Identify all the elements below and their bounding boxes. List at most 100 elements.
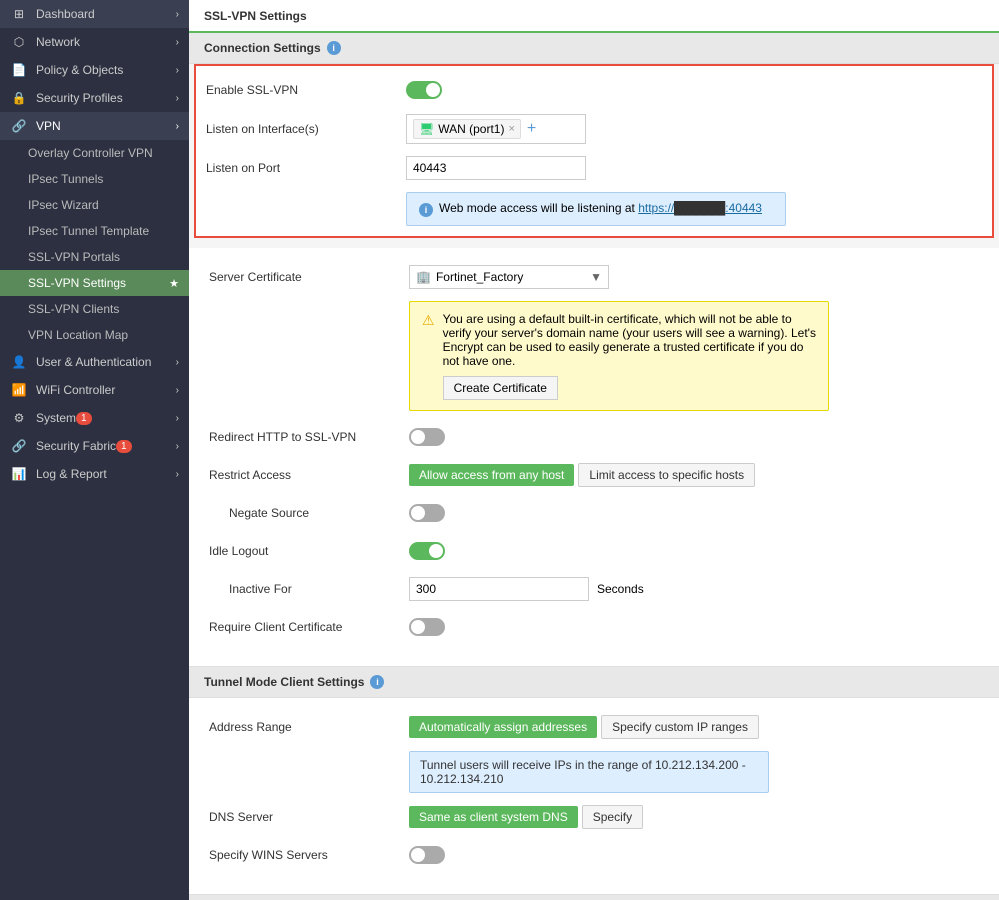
redirect-http-toggle[interactable] — [409, 428, 445, 446]
sub-label-overlay: Overlay Controller VPN — [28, 146, 153, 160]
sidebar-sub-ssl-vpn-clients[interactable]: SSL-VPN Clients — [0, 296, 189, 322]
chevron-right-icon: › — [176, 357, 179, 368]
sidebar-sub-ssl-vpn-portals[interactable]: SSL-VPN Portals — [0, 244, 189, 270]
page-title: SSL-VPN Settings — [189, 0, 999, 33]
sidebar-label-vpn: VPN — [36, 119, 61, 133]
listen-interface-row: Listen on Interface(s) 🖥 WAN (port1) × + — [206, 114, 982, 144]
auto-assign-button[interactable]: Automatically assign addresses — [409, 716, 597, 738]
network-interface-icon: 🖥 — [419, 122, 434, 136]
toggle-slider-wins[interactable] — [409, 846, 445, 864]
security-icon: 🔒 — [10, 91, 28, 105]
chevron-down-icon: › — [176, 121, 179, 132]
interface-box: 🖥 WAN (port1) × + — [406, 114, 586, 144]
custom-ip-button[interactable]: Specify custom IP ranges — [601, 715, 759, 739]
tunnel-mode-section: Address Range Automatically assign addre… — [189, 698, 999, 895]
sidebar-item-vpn[interactable]: 🔗 VPN › — [0, 112, 189, 140]
inactive-for-input[interactable] — [409, 577, 589, 601]
sidebar-item-network[interactable]: ⬡ Network › — [0, 28, 189, 56]
create-cert-button[interactable]: Create Certificate — [443, 376, 558, 400]
vpn-icon: 🔗 — [10, 119, 28, 133]
chevron-right-icon: › — [176, 441, 179, 452]
same-as-client-dns-button[interactable]: Same as client system DNS — [409, 806, 578, 828]
server-cert-section: Server Certificate 🏢 Fortinet_Factory ▼ … — [189, 248, 999, 667]
connection-settings-info-icon[interactable]: i — [327, 41, 341, 55]
connection-settings-box: Enable SSL-VPN Listen on Interface(s) 🖥 … — [194, 64, 994, 238]
sidebar-item-policy-objects[interactable]: 📄 Policy & Objects › — [0, 56, 189, 84]
sidebar-item-user-auth[interactable]: 👤 User & Authentication › — [0, 348, 189, 376]
sub-label-ssl-portals: SSL-VPN Portals — [28, 250, 120, 264]
sidebar-label-log: Log & Report — [36, 467, 107, 481]
toggle-slider-off[interactable] — [409, 428, 445, 446]
limit-hosts-button[interactable]: Limit access to specific hosts — [578, 463, 755, 487]
sidebar-sub-ssl-vpn-settings[interactable]: SSL-VPN Settings ★ — [0, 270, 189, 296]
address-range-label: Address Range — [209, 720, 409, 734]
server-cert-row: Server Certificate 🏢 Fortinet_Factory ▼ — [209, 263, 979, 291]
toggle-slider-negate[interactable] — [409, 504, 445, 522]
main-content: SSL-VPN Settings Connection Settings i E… — [189, 0, 999, 900]
sidebar-item-security-fabric[interactable]: 🔗 Security Fabric 1 › — [0, 432, 189, 460]
specify-dns-button[interactable]: Specify — [582, 805, 643, 829]
toggle-slider[interactable] — [406, 81, 442, 99]
sidebar-sub-ipsec-tunnels[interactable]: IPsec Tunnels — [0, 166, 189, 192]
specify-wins-toggle[interactable] — [409, 846, 445, 864]
enable-ssl-vpn-toggle[interactable] — [406, 81, 442, 99]
sub-label-ipsec-template: IPsec Tunnel Template — [28, 224, 149, 238]
specify-wins-label: Specify WINS Servers — [209, 848, 409, 862]
negate-source-label: Negate Source — [209, 506, 409, 520]
server-cert-value: Fortinet_Factory — [436, 270, 523, 284]
interface-tag-wan: 🖥 WAN (port1) × — [413, 119, 521, 139]
sidebar-sub-ipsec-wizard[interactable]: IPsec Wizard — [0, 192, 189, 218]
idle-logout-toggle[interactable] — [409, 542, 445, 560]
log-icon: 📊 — [10, 467, 28, 481]
wifi-icon: 📶 — [10, 383, 28, 397]
policy-icon: 📄 — [10, 63, 28, 77]
sidebar-sub-vpn-location-map[interactable]: VPN Location Map — [0, 322, 189, 348]
tunnel-mode-title: Tunnel Mode Client Settings — [204, 675, 364, 689]
star-icon[interactable]: ★ — [169, 277, 179, 290]
page-title-text: SSL-VPN Settings — [204, 9, 307, 23]
enable-ssl-vpn-row: Enable SSL-VPN — [206, 76, 982, 104]
fabric-badge: 1 — [116, 440, 132, 453]
sidebar-label-network: Network — [36, 35, 80, 49]
chevron-right-icon: › — [176, 9, 179, 20]
web-mode-url[interactable]: https://██████:40443 — [638, 201, 762, 215]
chevron-right-icon: › — [176, 413, 179, 424]
chevron-right-icon: › — [176, 385, 179, 396]
require-client-cert-toggle[interactable] — [409, 618, 445, 636]
ip-range-text: Tunnel users will receive IPs in the ran… — [420, 758, 746, 786]
tunnel-mode-header: Tunnel Mode Client Settings i — [189, 667, 999, 698]
seconds-label: Seconds — [597, 582, 644, 596]
redirect-http-row: Redirect HTTP to SSL-VPN — [209, 423, 979, 451]
network-icon: ⬡ — [10, 35, 28, 49]
listen-interface-label: Listen on Interface(s) — [206, 122, 406, 136]
tunnel-mode-info-icon[interactable]: i — [370, 675, 384, 689]
toggle-slider-cert[interactable] — [409, 618, 445, 636]
sidebar-label-system: System — [36, 411, 76, 425]
sub-label-ssl-clients: SSL-VPN Clients — [28, 302, 119, 316]
sidebar-item-wifi[interactable]: 📶 WiFi Controller › — [0, 376, 189, 404]
sub-label-ssl-settings: SSL-VPN Settings — [28, 276, 126, 290]
fortinet-icon: 🏢 — [416, 270, 431, 284]
remove-interface-icon[interactable]: × — [508, 123, 514, 135]
sidebar-item-system[interactable]: ⚙ System 1 › — [0, 404, 189, 432]
server-cert-dropdown[interactable]: 🏢 Fortinet_Factory ▼ — [409, 265, 609, 289]
sidebar-label-wifi: WiFi Controller — [36, 383, 115, 397]
chevron-right-icon: › — [176, 65, 179, 76]
sidebar-item-dashboard[interactable]: ⊞ Dashboard › — [0, 0, 189, 28]
require-client-cert-row: Require Client Certificate — [209, 613, 979, 641]
sidebar-sub-ipsec-template[interactable]: IPsec Tunnel Template — [0, 218, 189, 244]
sidebar-label-security-fabric: Security Fabric — [36, 439, 116, 453]
sidebar-item-security-profiles[interactable]: 🔒 Security Profiles › — [0, 84, 189, 112]
allow-any-host-button[interactable]: Allow access from any host — [409, 464, 574, 486]
connection-settings-header: Connection Settings i — [189, 33, 999, 64]
add-interface-button[interactable]: + — [527, 121, 536, 137]
sidebar-sub-overlay-vpn[interactable]: Overlay Controller VPN — [0, 140, 189, 166]
inactive-for-label: Inactive For — [209, 582, 409, 596]
sidebar-item-log-report[interactable]: 📊 Log & Report › — [0, 460, 189, 488]
chevron-right-icon: › — [176, 93, 179, 104]
toggle-slider-idle[interactable] — [409, 542, 445, 560]
system-badge: 1 — [76, 412, 92, 425]
negate-source-toggle[interactable] — [409, 504, 445, 522]
listen-port-input[interactable] — [406, 156, 586, 180]
dropdown-arrow-icon: ▼ — [590, 270, 602, 284]
